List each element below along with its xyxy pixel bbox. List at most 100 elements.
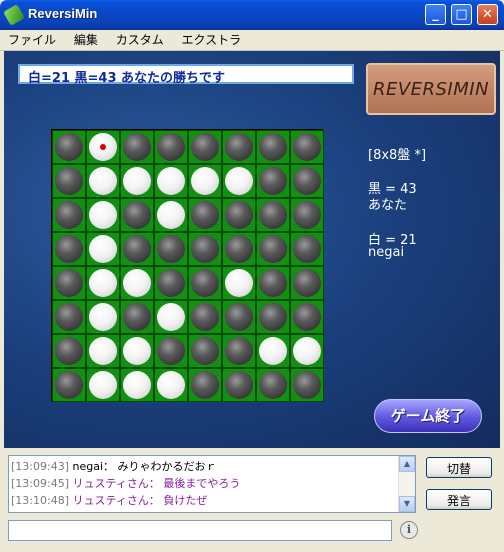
board-cell[interactable]	[256, 368, 290, 402]
board-cell[interactable]	[52, 164, 86, 198]
scroll-down-button[interactable]: ▼	[399, 496, 415, 512]
board-cell[interactable]	[222, 266, 256, 300]
board-cell[interactable]	[120, 198, 154, 232]
board-cell[interactable]	[256, 198, 290, 232]
board-cell[interactable]	[256, 266, 290, 300]
board-cell[interactable]	[120, 164, 154, 198]
board-cell[interactable]	[86, 164, 120, 198]
board-cell[interactable]	[154, 300, 188, 334]
end-game-button[interactable]: ゲーム終了	[374, 399, 482, 433]
minimize-button[interactable]: _	[425, 4, 446, 25]
board-cell[interactable]	[256, 300, 290, 334]
menu-extra[interactable]: エクストラ	[175, 30, 249, 50]
board-cell[interactable]	[52, 232, 86, 266]
board-cell[interactable]	[290, 232, 324, 266]
board-cell[interactable]	[154, 130, 188, 164]
board-cell[interactable]	[222, 198, 256, 232]
board-cell[interactable]	[256, 232, 290, 266]
board-cell[interactable]	[120, 334, 154, 368]
board-cell[interactable]	[188, 198, 222, 232]
info-icon: i	[406, 523, 412, 536]
board-cell[interactable]	[154, 232, 188, 266]
menu-custom[interactable]: カスタム	[109, 30, 171, 50]
board-cell[interactable]	[120, 232, 154, 266]
board-cell[interactable]	[222, 368, 256, 402]
board-cell[interactable]	[188, 164, 222, 198]
board-cell[interactable]	[52, 368, 86, 402]
board-cell[interactable]	[52, 198, 86, 232]
board-cell[interactable]	[86, 266, 120, 300]
board-cell[interactable]	[256, 164, 290, 198]
board-cell[interactable]	[52, 130, 86, 164]
board-cell[interactable]	[86, 130, 120, 164]
black-disc	[293, 269, 321, 297]
switch-button[interactable]: 切替	[426, 457, 492, 478]
board-cell[interactable]	[154, 368, 188, 402]
board-cell[interactable]	[222, 300, 256, 334]
black-disc	[55, 201, 83, 229]
board-cell[interactable]	[120, 130, 154, 164]
black-disc	[55, 167, 83, 195]
black-disc	[293, 303, 321, 331]
board-cell[interactable]	[290, 368, 324, 402]
white-disc	[157, 167, 185, 195]
chat-timestamp: [13:09:45]	[11, 477, 69, 490]
board-cell[interactable]	[86, 368, 120, 402]
black-player-name: あなた	[368, 198, 408, 213]
board-cell[interactable]	[188, 232, 222, 266]
board-cell[interactable]	[154, 334, 188, 368]
board-cell[interactable]	[120, 300, 154, 334]
board-cell[interactable]	[52, 300, 86, 334]
board-cell[interactable]	[222, 334, 256, 368]
board-cell[interactable]	[86, 334, 120, 368]
board-cell[interactable]	[154, 198, 188, 232]
board-cell[interactable]	[222, 164, 256, 198]
chat-scrollbar[interactable]: ▲ ▼	[398, 456, 415, 512]
chat-timestamp: [13:09:43]	[11, 460, 69, 473]
board-cell[interactable]	[290, 164, 324, 198]
black-disc	[259, 371, 287, 399]
board-cell[interactable]	[120, 266, 154, 300]
black-disc	[191, 133, 219, 161]
board-cell[interactable]	[52, 334, 86, 368]
title-bar[interactable]: ReversiMin _ □ ✕	[0, 0, 504, 30]
black-disc	[225, 371, 253, 399]
board-cell[interactable]	[222, 130, 256, 164]
board-cell[interactable]	[256, 130, 290, 164]
board-cell[interactable]	[290, 334, 324, 368]
board-cell[interactable]	[188, 130, 222, 164]
board-cell[interactable]	[256, 334, 290, 368]
board-cell[interactable]	[154, 266, 188, 300]
info-button[interactable]: i	[400, 521, 418, 539]
white-player-name: negai	[368, 245, 405, 260]
speak-button[interactable]: 発言	[426, 489, 492, 510]
scroll-up-button[interactable]: ▲	[399, 456, 415, 472]
board-cell[interactable]	[222, 232, 256, 266]
white-disc	[157, 371, 185, 399]
close-button[interactable]: ✕	[477, 4, 498, 25]
board-cell[interactable]	[86, 300, 120, 334]
white-disc	[89, 303, 117, 331]
board-cell[interactable]	[290, 300, 324, 334]
board-cell[interactable]	[188, 300, 222, 334]
board-cell[interactable]	[188, 334, 222, 368]
board-cell[interactable]	[290, 198, 324, 232]
chat-log[interactable]: [13:09:43] negai： みりゃわかるだおｒ [13:09:45] リ…	[8, 455, 416, 513]
board-cell[interactable]	[188, 266, 222, 300]
board-cell[interactable]	[120, 368, 154, 402]
board-cell[interactable]	[290, 266, 324, 300]
board-cell[interactable]	[154, 164, 188, 198]
board-cell[interactable]	[52, 266, 86, 300]
board-cell[interactable]	[290, 130, 324, 164]
board-cell[interactable]	[86, 232, 120, 266]
maximize-button[interactable]: □	[451, 4, 472, 25]
board-cell[interactable]	[188, 368, 222, 402]
black-disc	[259, 133, 287, 161]
chat-line: [13:09:45] リュスティさん： 最後までやろう	[11, 475, 240, 491]
menu-edit[interactable]: 編集	[67, 30, 105, 50]
black-disc	[225, 303, 253, 331]
board-cell[interactable]	[86, 198, 120, 232]
black-disc	[191, 337, 219, 365]
chat-input[interactable]	[8, 520, 392, 541]
menu-file[interactable]: ファイル	[0, 30, 63, 50]
